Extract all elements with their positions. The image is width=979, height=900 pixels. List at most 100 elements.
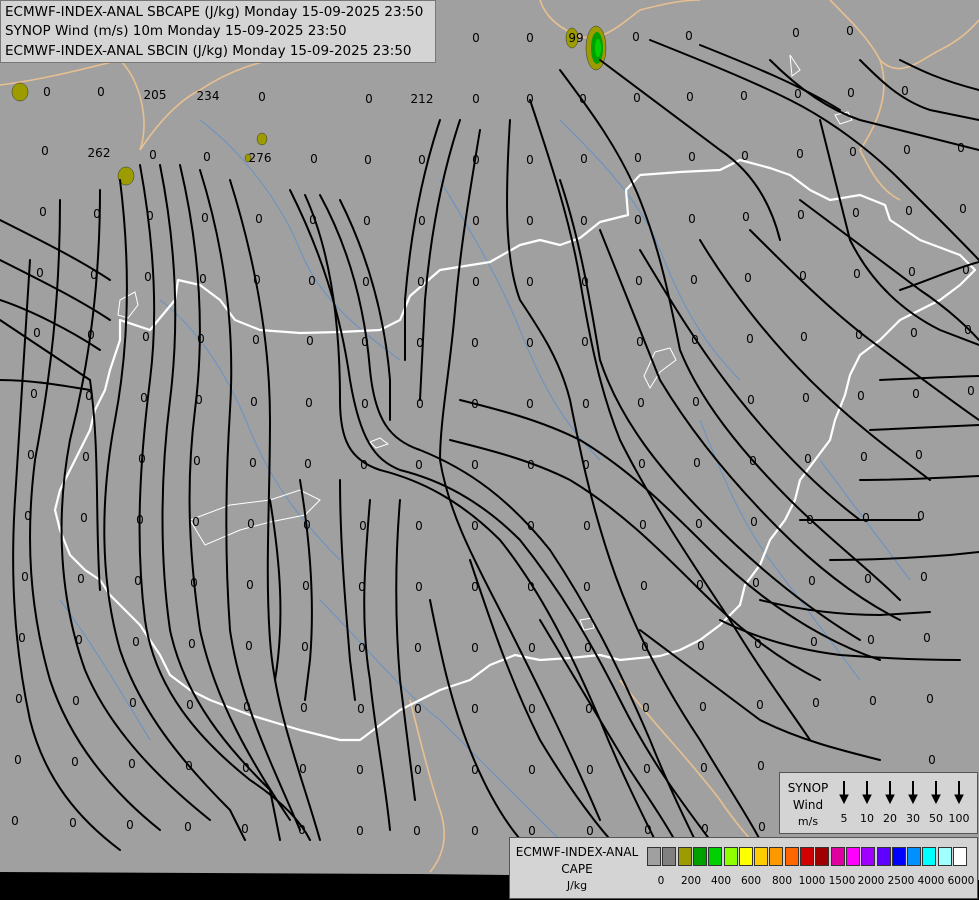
cape-value-label: 0	[962, 263, 970, 277]
cape-value-label: 0	[908, 265, 916, 279]
cape-color-swatch	[662, 847, 677, 866]
cape-value-label: 0	[526, 31, 534, 45]
cape-value-label: 0	[186, 698, 194, 712]
cape-value-label: 0	[959, 202, 967, 216]
synop-arrows	[839, 781, 964, 805]
cape-value-label: 0	[69, 816, 77, 830]
cape-value-label: 0	[136, 513, 144, 527]
cape-value-label: 0	[638, 457, 646, 471]
cape-value-label: 0	[300, 701, 308, 715]
cape-value-label: 0	[365, 92, 373, 106]
cape-value-label: 0	[36, 266, 44, 280]
cape-value-label: 0	[810, 635, 818, 649]
cape-value-label: 0	[415, 458, 423, 472]
cape-value-label: 0	[685, 29, 693, 43]
cape-value-label: 0	[146, 209, 154, 223]
cape-value-label: 0	[580, 152, 588, 166]
cape-value-label: 0	[758, 820, 766, 834]
cape-value-label: 0	[864, 572, 872, 586]
cape-value-label: 0	[71, 755, 79, 769]
cape-value-label: 0	[33, 326, 41, 340]
synop-arrow-head	[954, 794, 964, 805]
cape-value-label: 0	[641, 640, 649, 654]
cape-value-label: 0	[526, 92, 534, 106]
cape-value-label: 0	[526, 275, 534, 289]
cape-value-label: 0	[849, 145, 857, 159]
cape-blob	[595, 39, 601, 57]
cape-value-label: 0	[27, 448, 35, 462]
cape-value-label: 0	[585, 702, 593, 716]
cape-value-label: 0	[637, 396, 645, 410]
synop-legend-title: SYNOP	[787, 781, 829, 795]
cape-legend-label: 2000	[857, 875, 885, 887]
cape-value-label: 0	[642, 701, 650, 715]
cape-value-label: 0	[142, 330, 150, 344]
cape-value-label: 0	[75, 633, 83, 647]
cape-value-label: 0	[144, 270, 152, 284]
cape-value-label: 0	[903, 143, 911, 157]
cape-value-label: 0	[472, 92, 480, 106]
cape-value-label: 0	[305, 396, 313, 410]
cape-value-label: 0	[752, 576, 760, 590]
cape-value-label: 0	[639, 518, 647, 532]
title-line-synop-wind: SYNOP Wind (m/s) 10m Monday 15-09-2025 2…	[5, 23, 347, 39]
cape-value-label: 0	[579, 92, 587, 106]
cape-value-label: 0	[527, 580, 535, 594]
cape-value-label: 0	[149, 148, 157, 162]
cape-value-label: 0	[471, 824, 479, 838]
cape-value-label: 0	[756, 698, 764, 712]
cape-value-label: 0	[415, 519, 423, 533]
cape-value-label: 0	[691, 333, 699, 347]
cape-value-label: 0	[528, 641, 536, 655]
cape-color-swatch	[907, 847, 922, 866]
cape-value-label: 0	[132, 635, 140, 649]
cape-value-label: 0	[471, 580, 479, 594]
cape-value-label: 0	[853, 267, 861, 281]
cape-value-label: 0	[957, 141, 965, 155]
cape-value-label: 0	[193, 454, 201, 468]
cape-value-label: 0	[796, 147, 804, 161]
cape-value-label: 0	[72, 694, 80, 708]
synop-wind-legend: SYNOP Wind m/s 5 10 20 30 50 100	[779, 772, 978, 834]
cape-legend-label: 400	[710, 875, 732, 887]
map-title-box: ECMWF-INDEX-ANAL SBCAPE (J/kg) Monday 15…	[0, 0, 436, 63]
cape-color-swatch	[692, 847, 707, 866]
cape-value-label: 0	[134, 574, 142, 588]
cape-value-label: 0	[852, 206, 860, 220]
synop-arrow-head	[931, 794, 941, 805]
cape-color-swatch	[708, 847, 723, 866]
weather-map[interactable]: 0 0 205 234 0 0 212 0 0 0 0 0 0 0 0 00 262 0 0 276 0 0 0 0 0 0 0 0 0…	[0, 0, 979, 900]
synop-speed-label: 50	[929, 812, 943, 825]
cape-color-swatch	[769, 847, 784, 866]
cape-value-label: 0	[808, 574, 816, 588]
cape-value-label: 0	[586, 763, 594, 777]
cape-value-label: 0	[526, 397, 534, 411]
cape-value-label: 0	[867, 633, 875, 647]
cape-value-label: 0	[695, 517, 703, 531]
cape-value-label: 0	[414, 702, 422, 716]
cape-value-label: 0	[797, 208, 805, 222]
cape-value-label: 0	[696, 578, 704, 592]
cape-color-swatch	[815, 847, 830, 866]
cape-value-label: 0	[356, 824, 364, 838]
cape-color-swatch	[876, 847, 891, 866]
cape-value-label: 0	[77, 572, 85, 586]
cape-value-label: 0	[700, 761, 708, 775]
cape-value-label: 0	[692, 395, 700, 409]
synop-legend-unit: m/s	[797, 815, 819, 828]
cape-legend-label: 4000	[917, 875, 945, 887]
cape-value-label: 0	[363, 214, 371, 228]
cape-value-label: 0	[471, 336, 479, 350]
cape-value-label: 0	[126, 818, 134, 832]
cape-value-label: 0	[740, 89, 748, 103]
cape-value-label: 0	[640, 579, 648, 593]
cape-color-swatch	[861, 847, 876, 866]
cape-value-label: 0	[742, 210, 750, 224]
cape-value-label: 276	[249, 151, 272, 165]
cape-value-label: 0	[471, 763, 479, 777]
cape-value-label: 0	[93, 207, 101, 221]
cape-value-label: 212	[411, 92, 434, 106]
cape-value-label: 0	[140, 391, 148, 405]
cape-value-label: 0	[364, 153, 372, 167]
cape-value-label: 262	[88, 146, 111, 160]
